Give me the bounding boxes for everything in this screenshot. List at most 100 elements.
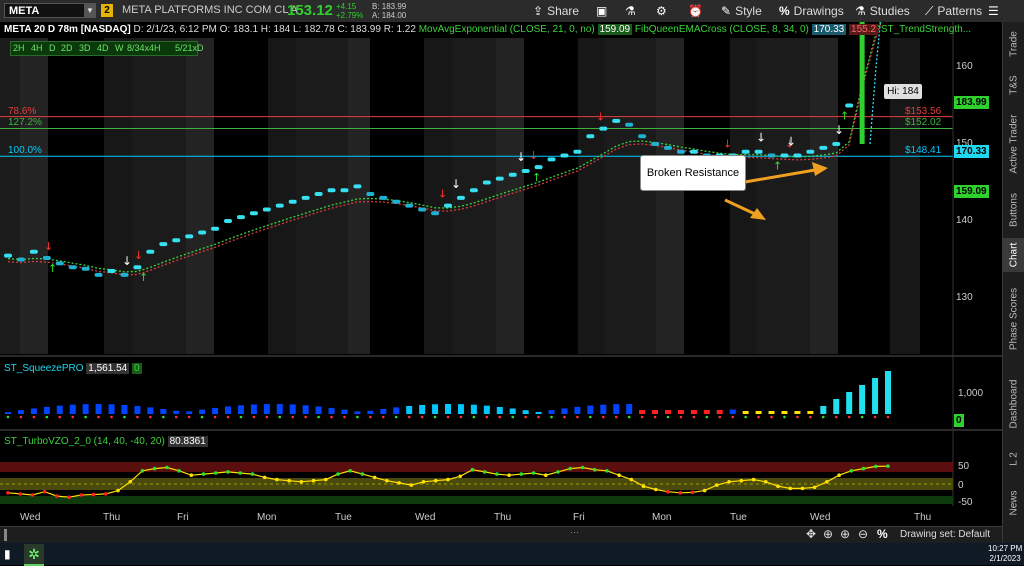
chart-area[interactable]: ↓↑↓↓↑↓↓↓↓↑↓↓↓↑↓↓↓↑↓ <box>0 22 1002 526</box>
turbo-dot <box>556 470 560 474</box>
right-tab-t-s[interactable]: T&S <box>1003 66 1024 104</box>
pan-icon[interactable]: ✥ <box>806 527 816 541</box>
patterns-button[interactable]: ⟋ Patterns <box>925 2 982 20</box>
squeeze-title[interactable]: ST_SqueezePRO <box>4 363 84 374</box>
aggregation-button[interactable]: 3D <box>79 42 91 55</box>
aggregation-button[interactable]: W <box>115 42 124 55</box>
style-button[interactable]: ✎ Style <box>721 2 762 20</box>
turbo-dot <box>6 491 10 495</box>
time-axis-label: Thu <box>103 512 121 523</box>
aggregation-button[interactable]: 8/34x4H <box>127 42 161 55</box>
turbo-dot <box>751 477 756 482</box>
time-axis-label: Fri <box>177 512 189 523</box>
clock-date: 2/1/2023 <box>989 554 1021 563</box>
time-axis-label: Tue <box>730 512 747 523</box>
fib-label: 78.6% <box>8 105 37 117</box>
turbo-dot <box>507 473 511 478</box>
squeeze-bar <box>781 411 788 414</box>
white-arrow-icon: ↓ <box>516 150 526 164</box>
studies-button[interactable]: ⚗ Studies <box>855 2 910 20</box>
share-button[interactable]: ⇪ Share <box>533 2 579 20</box>
broken-resistance-callout[interactable]: Broken Resistance <box>640 155 746 191</box>
percent-scale-icon[interactable]: % <box>877 527 888 541</box>
squeeze-bar <box>470 404 477 414</box>
turbo-dot <box>79 493 84 497</box>
squeeze-bar <box>367 410 374 414</box>
turbo-dot <box>446 477 450 482</box>
symbol-dropdown-icon[interactable]: ▼ <box>84 4 96 17</box>
flask-button[interactable]: ⚗ <box>625 2 640 20</box>
right-tab-phase-scores[interactable]: Phase Scores <box>1003 274 1024 364</box>
zoom-in-icon[interactable]: ⊕ <box>823 527 833 541</box>
start-icon[interactable]: ▮ <box>4 547 11 561</box>
aggregation-button[interactable]: 5/21xD <box>175 42 204 55</box>
fib-price-label: $153.56 <box>905 105 942 117</box>
zoom-out-icon[interactable]: ⊖ <box>858 527 868 541</box>
squeeze-dot <box>873 415 877 419</box>
aggregation-button[interactable]: 4H <box>31 42 43 55</box>
turbo-dot <box>152 466 157 471</box>
studies-label: Studies <box>869 4 910 18</box>
style-label: Style <box>735 4 762 18</box>
scroll-center-handle[interactable]: ··· <box>570 527 579 537</box>
alarm-button[interactable]: ⏰ <box>688 2 707 20</box>
buy-arrow-icon: ↑ <box>532 171 541 184</box>
turbo-axis-neg50: -50 <box>958 497 973 508</box>
turbo-dot <box>543 473 548 478</box>
turbo-dot <box>458 474 463 479</box>
right-tab-dashboard[interactable]: Dashboard <box>1003 366 1024 442</box>
squeeze-bar <box>807 411 814 414</box>
more-menu-button[interactable]: ☰ <box>988 2 1003 20</box>
zoom-icon[interactable]: ⊕ <box>840 527 850 541</box>
thinkorswim-app-icon[interactable]: ✲ <box>24 544 44 566</box>
aggregation-button[interactable]: 2D <box>61 42 73 55</box>
bar-open: O: 183.1 <box>219 24 258 35</box>
squeeze-dot <box>343 415 346 419</box>
drawing-set[interactable]: Drawing set: Default <box>900 529 990 540</box>
symbol-input[interactable]: META <box>4 3 96 18</box>
aggregation-button[interactable]: 4D <box>97 42 109 55</box>
alarm-clock-icon: ⏰ <box>688 4 703 18</box>
price-bar <box>534 165 543 170</box>
right-tab-news[interactable]: News <box>1003 476 1024 530</box>
price-bar <box>236 215 245 220</box>
study-fib[interactable]: FibQueenEMACross (CLOSE, 8, 34, 0) <box>635 24 809 35</box>
fib-label: 127.2% <box>8 117 42 129</box>
squeeze-bar <box>82 404 89 414</box>
snapshot-button[interactable]: ▣ <box>596 2 611 20</box>
turbo-dot <box>177 469 181 473</box>
aggregation-button[interactable]: D <box>49 42 56 55</box>
price-bar <box>146 249 155 254</box>
squeeze-dot <box>770 415 773 419</box>
squeeze-bar <box>56 405 63 414</box>
squeeze-dot <box>174 415 178 419</box>
drawings-button[interactable]: % Drawings <box>779 2 844 20</box>
squeeze-dot <box>886 415 890 419</box>
aggregation-buttons: 2H 4H D 2D 3D 4D W 8/34x4H 5/21xD <box>10 41 204 56</box>
system-clock[interactable]: 10:27 PM 2/1/2023 <box>988 544 1022 564</box>
chart-canvas[interactable]: ↓↑↓↓↑↓↓↓↓↑↓↓↓↑↓↓↓↑↓ <box>0 22 1002 526</box>
settings-button[interactable]: ⚙ <box>656 2 671 20</box>
price-candle <box>859 22 865 144</box>
right-tab-chart[interactable]: Chart <box>1003 238 1024 272</box>
right-tab-l-2[interactable]: L 2 <box>1003 444 1024 474</box>
study-fib-value2: 155.2 <box>849 24 879 35</box>
scroll-left-handle[interactable] <box>4 529 7 541</box>
turbo-dot <box>568 466 573 471</box>
squeeze-dot <box>459 415 463 419</box>
right-tab-buttons[interactable]: Buttons <box>1003 184 1024 236</box>
squeeze-dot <box>291 415 295 419</box>
squeeze-bar <box>587 405 594 414</box>
study-trend[interactable]: ST_TrendStrength... <box>881 24 971 35</box>
price-change: +4.15 +2.79% <box>336 2 363 20</box>
study-mae[interactable]: MovAvgExponential (CLOSE, 21, 0, no) <box>419 24 595 35</box>
right-tab-active-trader[interactable]: Active Trader <box>1003 106 1024 182</box>
squeeze-dot <box>718 415 722 419</box>
link-group-badge[interactable]: 2 <box>101 4 113 17</box>
turbo-title[interactable]: ST_TurboVZO_2_0 (14, 40, -40, 20) <box>4 436 165 447</box>
right-tab-trade[interactable]: Trade <box>1003 24 1024 64</box>
aggregation-button[interactable]: 2H <box>13 42 25 55</box>
squeeze-bar <box>250 404 257 414</box>
chart-bottom-bar: ··· ✥ ⊕ ⊕ ⊖ % Drawing set: Default <box>0 526 1002 544</box>
squeeze-dot <box>265 415 269 419</box>
